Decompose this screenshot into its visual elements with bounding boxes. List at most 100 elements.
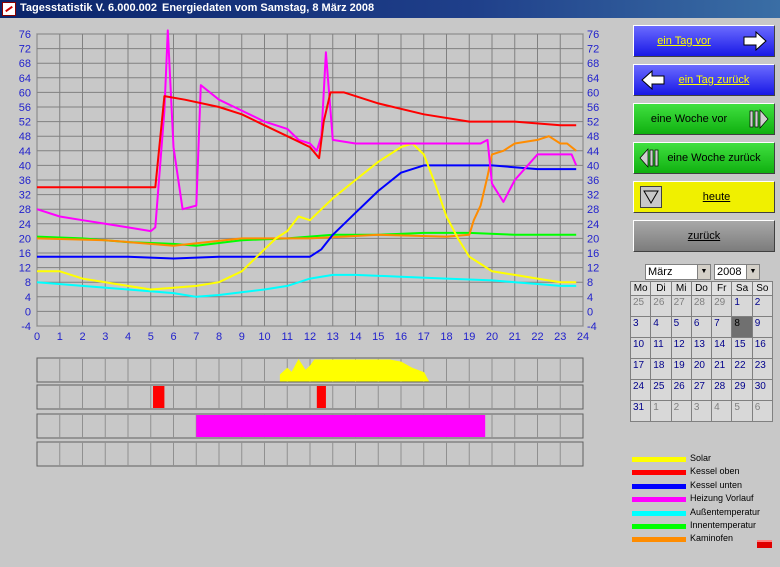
y-tick-label-left: 48 (19, 131, 31, 143)
calendar-day[interactable]: 20 (690, 358, 713, 380)
calendar-day[interactable]: 27 (670, 295, 692, 317)
y-tick-label-right: 56 (587, 102, 599, 114)
x-tick-label: 10 (258, 331, 270, 343)
x-tick-label: 4 (125, 331, 131, 343)
calendar-day[interactable]: 6 (690, 316, 713, 338)
today-button[interactable]: heute (633, 181, 775, 213)
next-week-button[interactable]: eine Woche vor (633, 103, 775, 135)
calendar-day[interactable]: 29 (711, 295, 733, 317)
calendar-day[interactable]: 25 (629, 295, 652, 317)
calendar-day[interactable]: 31 (629, 400, 652, 422)
calendar-day[interactable]: 1 (650, 400, 672, 422)
y-tick-label-left: 20 (19, 233, 31, 245)
calendar-day[interactable]: 14 (711, 337, 733, 359)
y-tick-label-right: 0 (587, 306, 593, 318)
x-tick-label: 11 (282, 331, 293, 343)
x-tick-label: 2 (79, 331, 85, 343)
legend-marker-icon (757, 540, 772, 548)
back-button[interactable]: zurück (633, 220, 775, 252)
legend-swatch (632, 470, 686, 476)
calendar-day[interactable]: 23 (751, 358, 774, 380)
prev-day-button[interactable]: ein Tag zurück (633, 64, 775, 96)
calendar-day[interactable]: 6 (751, 400, 774, 422)
calendar-day[interactable]: 5 (731, 400, 753, 422)
calendar-day[interactable]: 25 (650, 379, 672, 401)
calendar-week: 10 11 12 13 14 15 16 (629, 337, 774, 359)
calendar-day[interactable]: 8 (731, 316, 753, 338)
calendar-day[interactable]: 11 (650, 337, 672, 359)
weekday-1: Di (650, 281, 672, 296)
x-tick-label: 12 (304, 331, 316, 343)
calendar-week: 24 25 26 27 28 29 30 (629, 379, 774, 401)
calendar-day[interactable]: 5 (670, 316, 692, 338)
chevron-down-icon[interactable]: ▼ (746, 265, 759, 279)
legend-swatch (632, 497, 686, 503)
calendar-day[interactable]: 21 (711, 358, 733, 380)
x-tick-label: 23 (554, 331, 566, 343)
calendar-week: 3456789 (629, 316, 774, 338)
calendar-day[interactable]: 2 (670, 400, 692, 422)
weekday-6: So (751, 281, 774, 296)
y-tick-label-right: 28 (587, 204, 599, 216)
y-tick-label-right: 32 (587, 190, 599, 202)
legend-label: Solar (690, 453, 712, 463)
calendar-day[interactable]: 9 (751, 316, 774, 338)
legend-label: Kaminofen (690, 533, 734, 544)
y-tick-label-left: 16 (19, 248, 31, 260)
calendar-day[interactable]: 2 (751, 295, 774, 317)
y-tick-label-left: 28 (19, 204, 31, 216)
calendar-day[interactable]: 29 (731, 379, 753, 401)
calendar-week: 17 18 19 20 21 22 23 (629, 358, 774, 380)
next-day-button[interactable]: ein Tag vor (633, 25, 775, 57)
weekday-2: Mi (670, 281, 692, 296)
calendar-day[interactable]: 3 (690, 400, 713, 422)
calendar-day[interactable]: 28 (711, 379, 733, 401)
year-select[interactable]: 2008 ▼ (714, 264, 760, 280)
calendar-day[interactable]: 27 (690, 379, 713, 401)
calendar-day[interactable]: 17 (629, 358, 652, 380)
x-tick-label: 8 (216, 331, 222, 343)
y-tick-label-right: 40 (587, 160, 599, 172)
legend-label: Außentemperatur (690, 506, 761, 517)
calendar-day[interactable]: 15 (731, 337, 753, 359)
y-tick-label-right: 16 (587, 248, 599, 260)
calendar-day[interactable]: 26 (650, 295, 672, 317)
calendar-day[interactable]: 3 (629, 316, 652, 338)
calendar-day[interactable]: 13 (690, 337, 713, 359)
x-tick-label: 20 (486, 331, 498, 343)
x-tick-label: 9 (239, 331, 245, 343)
y-tick-label-right: 52 (587, 117, 599, 129)
calendar-day[interactable]: 1 (731, 295, 753, 317)
y-tick-label-right: 4 (587, 292, 593, 304)
calendar-day[interactable]: 10 (629, 337, 652, 359)
calendar-day[interactable]: 19 (670, 358, 692, 380)
y-tick-label-left: 44 (19, 146, 31, 158)
calendar-day[interactable]: 12 (670, 337, 692, 359)
calendar-day[interactable]: 26 (670, 379, 692, 401)
title-bar: Tagesstatistik V. 6.000.002 Energiedaten… (0, 0, 780, 18)
legend-label: Kessel oben (690, 466, 740, 477)
month-select[interactable]: März ▼ (645, 264, 711, 280)
calendar-day[interactable]: 28 (690, 295, 713, 317)
y-tick-label-left: 12 (19, 263, 31, 275)
calendar-day[interactable]: 24 (629, 379, 652, 401)
month-calendar: Mo Di Mi Do Fr Sa So 25 26 27 28 29 1 2 3 4 5 6 7 8 9 10 11 12… (629, 281, 774, 422)
weekday-5: Sa (731, 281, 753, 296)
prev-day-label: ein Tag zurück (678, 74, 750, 86)
x-tick-label: 1 (57, 331, 63, 343)
calendar-day[interactable]: 7 (711, 316, 733, 338)
y-tick-label-right: 36 (587, 175, 599, 187)
calendar-day[interactable]: 16 (751, 337, 774, 359)
calendar-day[interactable]: 30 (751, 379, 774, 401)
y-tick-label-left: 40 (19, 160, 31, 172)
chevron-down-icon[interactable]: ▼ (697, 265, 710, 279)
month-value: März (648, 266, 673, 278)
x-tick-label: 15 (372, 331, 384, 343)
calendar-day[interactable]: 4 (650, 316, 672, 338)
calendar-day[interactable]: 22 (731, 358, 753, 380)
prev-week-button[interactable]: eine Woche zurück (633, 142, 775, 174)
calendar-day[interactable]: 18 (650, 358, 672, 380)
x-tick-label: 21 (509, 331, 521, 343)
y-tick-label-left: -4 (21, 321, 31, 333)
calendar-day[interactable]: 4 (711, 400, 733, 422)
